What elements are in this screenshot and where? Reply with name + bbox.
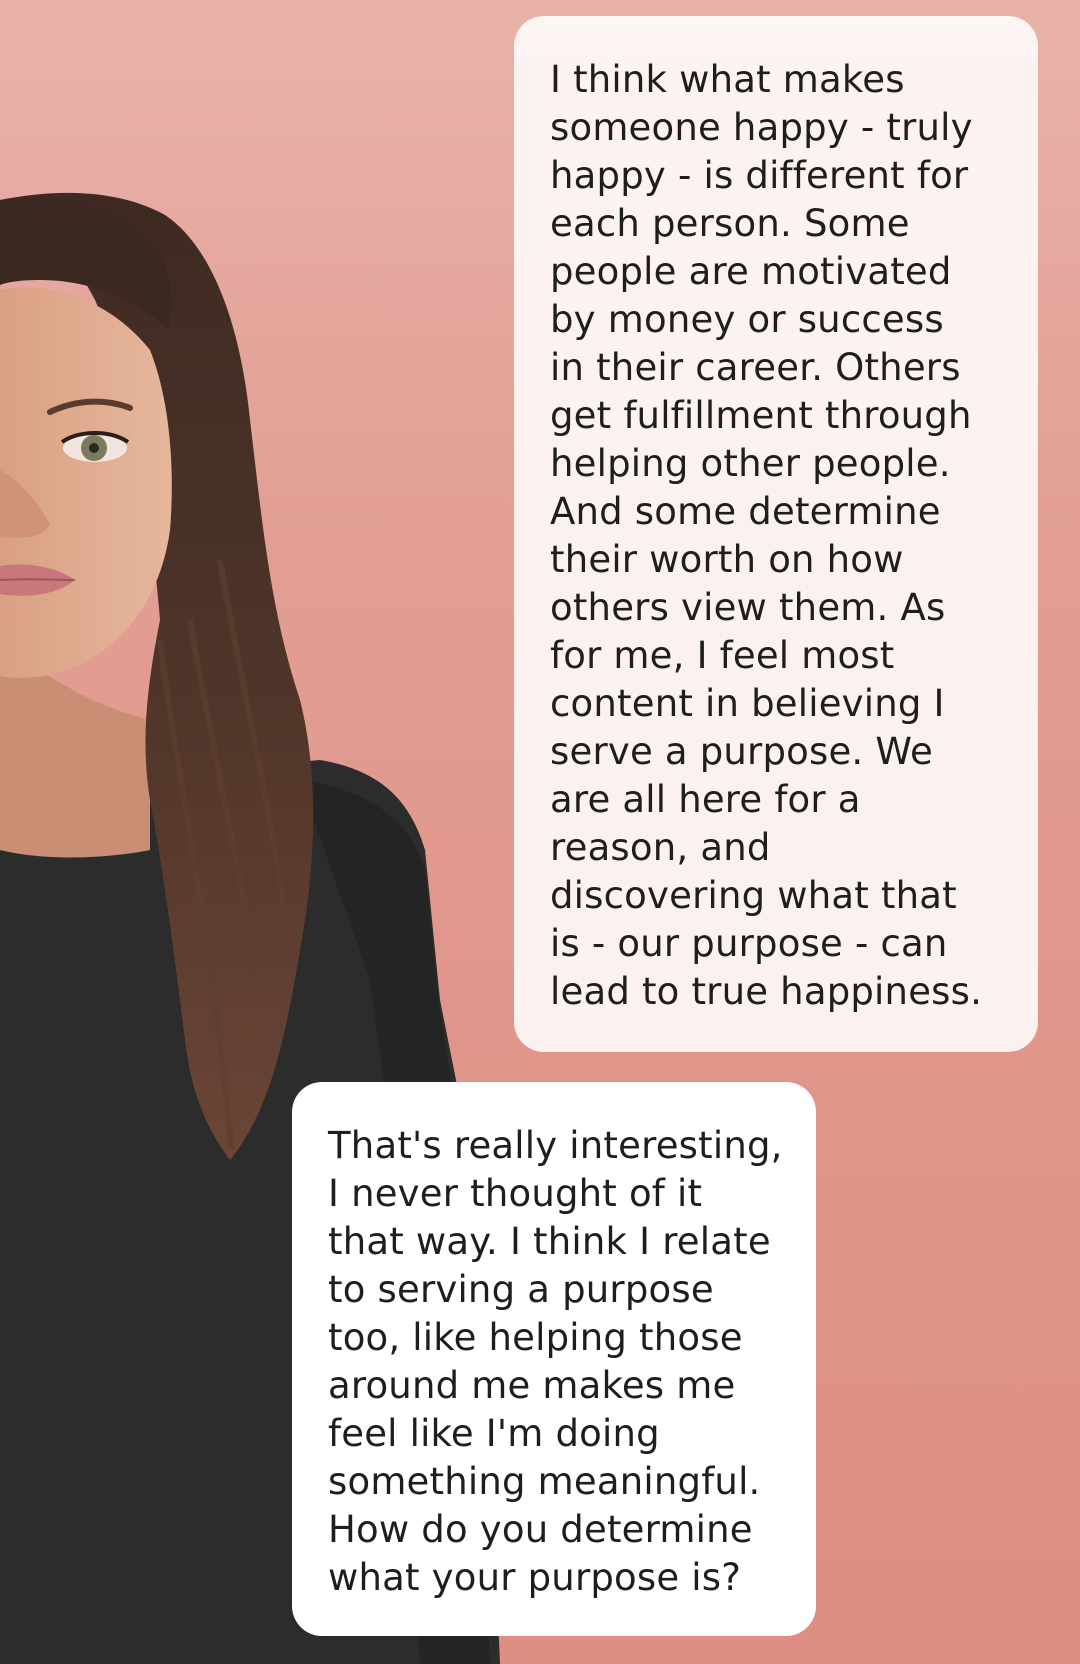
avatar-face [0, 287, 172, 678]
chat-scene: I think what makes someone happy - truly… [0, 0, 1080, 1664]
ai-message-bubble: I think what makes someone happy - truly… [514, 16, 1038, 1052]
avatar-pupil [89, 443, 99, 453]
avatar-lips-line [0, 578, 76, 581]
user-message-bubble: That's really interesting, I never thoug… [292, 1082, 816, 1636]
